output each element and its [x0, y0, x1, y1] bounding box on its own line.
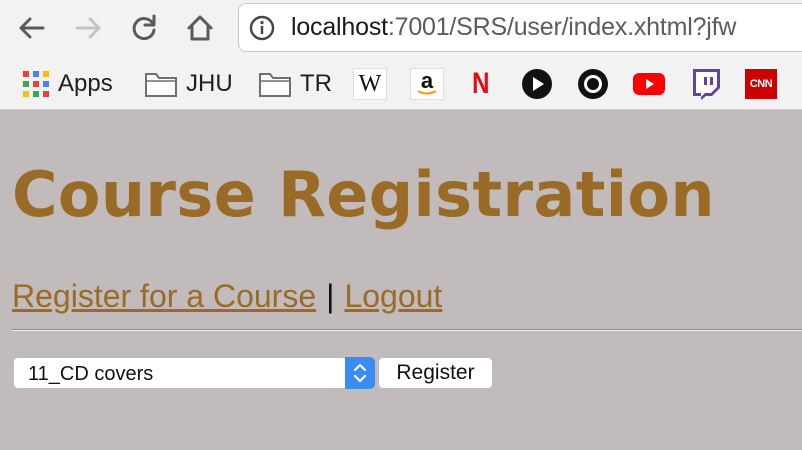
cnn-icon: CNN — [745, 69, 777, 99]
folder-icon — [259, 73, 291, 97]
bookmark-circle[interactable] — [577, 58, 609, 110]
logout-link[interactable]: Logout — [344, 278, 442, 314]
course-select[interactable]: 11_CD covers — [13, 357, 375, 389]
bookmark-play[interactable] — [521, 58, 553, 110]
select-arrows-icon[interactable] — [345, 357, 375, 389]
bookmark-jhu[interactable]: JHU — [144, 58, 233, 110]
url-text[interactable]: localhost:7001/SRS/user/index.xhtml?jfw — [291, 13, 736, 42]
bookmark-wikipedia[interactable]: W — [353, 58, 387, 110]
apps-grid-icon — [23, 71, 49, 97]
play-icon — [522, 69, 552, 99]
reload-icon — [132, 14, 156, 40]
reload-button[interactable] — [126, 10, 162, 46]
home-icon — [187, 15, 213, 41]
bookmark-jhu-label: JHU — [186, 70, 233, 97]
info-icon[interactable] — [249, 15, 275, 41]
cnn-glyph: CNN — [749, 78, 773, 90]
bookmarks-bar: Apps JHU TR W a N CNN — [0, 58, 802, 110]
circle-icon — [578, 69, 608, 99]
bookmark-twitch[interactable] — [690, 58, 722, 110]
bookmark-youtube[interactable] — [633, 58, 665, 110]
bookmark-tr-label: TR — [300, 70, 332, 97]
bookmark-netflix[interactable]: N — [466, 58, 496, 110]
url-host: localhost — [291, 13, 388, 41]
wikipedia-glyph: W — [358, 70, 382, 97]
course-select-value: 11_CD covers — [28, 363, 154, 385]
bookmark-amazon[interactable]: a — [410, 58, 444, 110]
page-nav: Register for a Course | Logout — [12, 278, 442, 315]
bookmark-apps-label: Apps — [58, 70, 113, 97]
divider — [12, 329, 802, 331]
wikipedia-icon: W — [353, 68, 387, 100]
home-button[interactable] — [182, 10, 218, 46]
link-separator: | — [326, 278, 335, 314]
forward-button[interactable] — [70, 10, 106, 46]
amazon-glyph: a — [420, 68, 434, 93]
netflix-icon: N — [466, 67, 496, 100]
arrow-left-icon — [19, 17, 45, 39]
bookmark-tr[interactable]: TR — [258, 58, 332, 110]
bookmark-cnn[interactable]: CNN — [745, 58, 777, 110]
address-bar[interactable]: localhost:7001/SRS/user/index.xhtml?jfw — [238, 3, 802, 52]
arrow-right-icon — [75, 17, 101, 39]
amazon-icon: a — [410, 68, 444, 100]
register-button[interactable]: Register — [378, 357, 493, 389]
twitch-icon — [693, 69, 720, 100]
register-course-link[interactable]: Register for a Course — [12, 278, 316, 314]
page-title: Course Registration — [12, 158, 715, 231]
folder-icon — [145, 73, 177, 97]
bookmark-apps[interactable]: Apps — [22, 58, 113, 110]
back-button[interactable] — [14, 10, 50, 46]
youtube-icon — [633, 73, 665, 95]
browser-toolbar: localhost:7001/SRS/user/index.xhtml?jfw — [0, 0, 802, 58]
netflix-glyph: N — [472, 67, 490, 100]
url-path: :7001/SRS/user/index.xhtml?jfw — [387, 13, 737, 41]
